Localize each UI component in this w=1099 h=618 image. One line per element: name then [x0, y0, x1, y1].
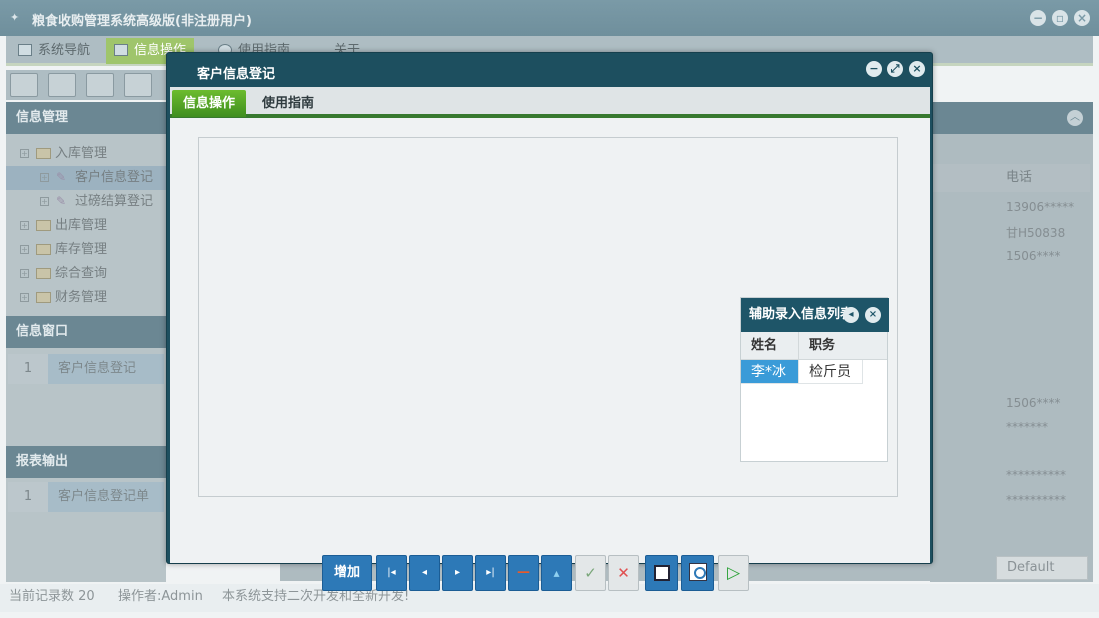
- printer-icon: [654, 565, 670, 581]
- app-titlebar: ✦ 粮食收购管理系统高级版(非注册用户) − ▫ ×: [0, 0, 1099, 36]
- minimize-icon[interactable]: −: [866, 61, 882, 77]
- card-tool-button[interactable]: [48, 73, 76, 97]
- column-role: 职务: [809, 338, 836, 353]
- phone-cell: *******: [1006, 420, 1048, 434]
- dialog-body: 信息操作 使用指南 辅助录入信息列表 ◂ × 姓名 职务 李*冰 检斤员 增加 …: [170, 87, 930, 591]
- tab-system-nav[interactable]: 系统导航: [10, 38, 98, 64]
- column-header-phone: 电话: [930, 164, 1090, 192]
- folder-icon: [36, 220, 51, 231]
- tree-label: 入库管理: [55, 146, 108, 161]
- preview-icon: [689, 563, 707, 581]
- row-label: 客户信息登记单: [58, 489, 150, 504]
- column-name: 姓名: [751, 338, 778, 353]
- next-record-button[interactable]: ▸: [442, 555, 473, 591]
- expand-icon[interactable]: +: [20, 245, 29, 254]
- folder-icon: [36, 292, 51, 303]
- tree-label: 库存管理: [55, 242, 108, 257]
- row-label: 客户信息登记: [58, 361, 137, 376]
- close-icon[interactable]: ×: [865, 307, 881, 323]
- tree-item-inbound[interactable]: + 入库管理: [6, 142, 166, 166]
- expand-icon[interactable]: +: [20, 293, 29, 302]
- expand-icon[interactable]: +: [40, 197, 49, 206]
- tree-label: 出库管理: [55, 218, 108, 233]
- report-output-header: 报表输出: [6, 446, 166, 478]
- phone-cell: 13906*****: [1006, 200, 1075, 214]
- sidebar: 信息管理 + 入库管理 + ✎ 客户信息登记 + ✎ 过磅结算登记 + 出库管理…: [6, 102, 166, 582]
- customer-register-dialog: 客户信息登记 − ⤢ × 信息操作 使用指南 辅助录入信息列表 ◂ × 姓名 职…: [166, 52, 933, 591]
- info-window-item[interactable]: 1 客户信息登记: [8, 354, 164, 384]
- monitor-icon: [18, 44, 32, 56]
- background-table-panel: ︿ 电话 13906***** 甘H50838 1506**** 1506***…: [930, 102, 1093, 582]
- info-manage-header: 信息管理: [6, 102, 166, 134]
- minimize-icon[interactable]: −: [1030, 10, 1046, 26]
- expand-icon[interactable]: +: [20, 269, 29, 278]
- tree-label: 综合查询: [55, 266, 108, 281]
- tree-item-weighing[interactable]: + ✎ 过磅结算登记: [6, 190, 166, 214]
- maximize-icon[interactable]: ▫: [1052, 10, 1068, 26]
- tree-item-outbound[interactable]: + 出库管理: [6, 214, 166, 238]
- phone-cell: 1506****: [1006, 396, 1061, 410]
- maximize-icon[interactable]: ⤢: [887, 61, 903, 77]
- dialog-title: 客户信息登记: [197, 67, 276, 82]
- grid-icon: [114, 44, 128, 56]
- back-icon[interactable]: ◂: [843, 307, 859, 323]
- record-count: 当前记录数 20: [9, 589, 95, 604]
- expand-icon[interactable]: +: [20, 149, 29, 158]
- cancel-button[interactable]: ✕: [608, 555, 639, 591]
- print-button[interactable]: [645, 555, 678, 591]
- tab-info-ops[interactable]: 信息操作: [172, 90, 247, 117]
- tree-label: 过磅结算登记: [75, 194, 154, 209]
- expand-icon[interactable]: +: [20, 221, 29, 230]
- close-icon[interactable]: ×: [1074, 10, 1090, 26]
- first-record-button[interactable]: |◂: [376, 555, 407, 591]
- phone-cell: **********: [1006, 468, 1066, 482]
- add-button[interactable]: 增加: [322, 555, 372, 591]
- tree-item-finance[interactable]: + 财务管理: [6, 286, 166, 310]
- folder-icon: [36, 244, 51, 255]
- run-button[interactable]: ▷: [718, 555, 749, 591]
- confirm-button[interactable]: ✓: [575, 555, 606, 591]
- assist-input-panel: 辅助录入信息列表 ◂ × 姓名 职务 李*冰 检斤员: [740, 297, 889, 462]
- info-window-header: 信息窗口: [6, 316, 166, 348]
- app-logo-icon: ✦: [10, 11, 20, 24]
- phone-cell: 甘H50838: [1006, 226, 1066, 240]
- edit-button[interactable]: ▴: [541, 555, 572, 591]
- panel-header: ︿: [930, 102, 1093, 134]
- default-select[interactable]: Default: [996, 556, 1088, 580]
- tab-label: 系统导航: [38, 43, 91, 58]
- tree-label: 财务管理: [55, 290, 108, 305]
- assist-cell-name[interactable]: 李*冰: [741, 360, 799, 384]
- search-tool-button[interactable]: [10, 73, 38, 97]
- close-icon[interactable]: ×: [909, 61, 925, 77]
- tree-label: 客户信息登记: [75, 170, 154, 185]
- folder-icon: [36, 268, 51, 279]
- user-tool-button[interactable]: [124, 73, 152, 97]
- dialog-tab-bar: 信息操作 使用指南: [170, 87, 930, 118]
- tree-item-query[interactable]: + 综合查询: [6, 262, 166, 286]
- assist-cell-role[interactable]: 检斤员: [799, 360, 863, 384]
- tree-item-inventory[interactable]: + 库存管理: [6, 238, 166, 262]
- tree-item-customer-register[interactable]: + ✎ 客户信息登记: [6, 166, 166, 190]
- delete-button[interactable]: —: [508, 555, 539, 591]
- column-divider: [798, 332, 799, 360]
- print-preview-button[interactable]: [681, 555, 714, 591]
- app-title: 粮食收购管理系统高级版(非注册用户): [32, 14, 252, 29]
- tag-icon: ✎: [56, 170, 67, 184]
- expand-icon[interactable]: +: [40, 173, 49, 182]
- report-item[interactable]: 1 客户信息登记单: [8, 482, 164, 512]
- tag-icon: ✎: [56, 194, 67, 208]
- operator: 操作者:Admin: [118, 589, 203, 604]
- document-tool-button[interactable]: [86, 73, 114, 97]
- row-number: 1: [8, 354, 48, 384]
- collapse-icon[interactable]: ︿: [1067, 110, 1083, 126]
- prev-record-button[interactable]: ◂: [409, 555, 440, 591]
- row-number: 1: [8, 482, 48, 512]
- tab-guide[interactable]: 使用指南: [251, 90, 325, 117]
- last-record-button[interactable]: ▸|: [475, 555, 506, 591]
- folder-icon: [36, 148, 51, 159]
- assist-column-header: 姓名 职务: [741, 332, 887, 360]
- toolbar: [6, 70, 166, 100]
- phone-cell: 1506****: [1006, 249, 1061, 263]
- phone-cell: **********: [1006, 493, 1066, 507]
